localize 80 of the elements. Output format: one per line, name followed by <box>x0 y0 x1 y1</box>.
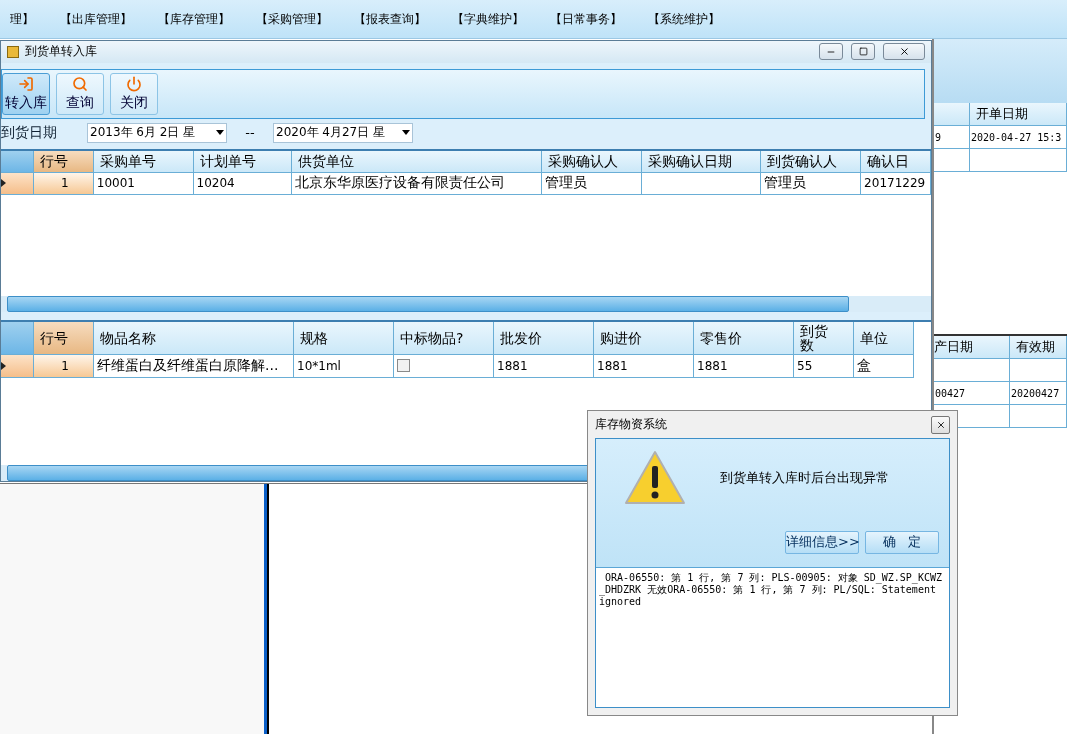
column-header: 确认日 <box>861 150 931 173</box>
error-details: ORA-06550: 第 1 行, 第 7 列: PLS-00905: 对象 SD_WZ.SP_KCWZ_DHDZRK 无效ORA-06550: 第 1 行, 第 7 列: PL/SQL: Statement ignored <box>596 568 949 707</box>
power-icon <box>126 75 142 92</box>
table-cell: 20171229 <box>861 172 931 195</box>
column-header: 行号 <box>34 321 94 355</box>
column-header: 采购确认人 <box>541 150 642 173</box>
column-header: 物品名称 <box>94 321 294 355</box>
column-header: 供货单位 <box>292 150 542 173</box>
column-header: 计划单号 <box>193 150 293 173</box>
menu-item[interactable]: 【报表查询】 <box>344 10 436 28</box>
menu-item[interactable]: 【字典维护】 <box>442 10 534 28</box>
table-cell: 20200427 <box>1010 382 1067 405</box>
menu-item[interactable]: 【系统维护】 <box>638 10 730 28</box>
column-header: 零售价 <box>694 321 794 355</box>
corner-cell <box>1 321 34 355</box>
row-pointer-icon <box>1 361 6 370</box>
table-cell: 北京东华原医疗设备有限责任公司 <box>292 172 542 195</box>
menu-item[interactable]: 理】 <box>0 10 44 28</box>
dialog-title: 库存物资系统 <box>595 416 667 433</box>
table-cell: 2020-04-27 15:3 <box>970 126 1067 149</box>
close-icon <box>935 419 946 430</box>
menu-item[interactable]: 【采购管理】 <box>246 10 338 28</box>
column-header: 规格 <box>294 321 394 355</box>
column-header: 到货确认人 <box>761 150 862 173</box>
close-icon <box>898 46 910 58</box>
table-cell: 纤维蛋白及纤维蛋白原降解... <box>94 354 294 378</box>
checkbox[interactable] <box>397 359 410 373</box>
menu-item[interactable]: 【日常事务】 <box>540 10 632 28</box>
column-header: 行号 <box>33 150 94 173</box>
warning-icon <box>624 450 686 506</box>
table-cell <box>934 149 970 172</box>
maximize-icon <box>858 47 868 57</box>
window-title: 到货单转入库 <box>25 43 98 61</box>
maximize-button[interactable] <box>851 43 875 61</box>
corner-cell <box>1 150 34 173</box>
menu-item[interactable]: 【库存管理】 <box>148 10 240 28</box>
table-cell: 00427 <box>934 382 1010 405</box>
column-header: 开单日期 <box>970 103 1067 126</box>
horizontal-scrollbar[interactable] <box>1 295 931 312</box>
table-cell <box>1010 359 1067 382</box>
table-cell: 10*1ml <box>294 354 394 378</box>
column-header: 采购确认日期 <box>641 150 762 173</box>
import-icon <box>18 75 34 92</box>
date-field[interactable]: 2020年 4月27日 星 <box>273 122 413 143</box>
column-header: 采购单号 <box>93 150 194 173</box>
date-field[interactable]: 2013年 6月 2日 星 <box>87 122 227 143</box>
table-cell: 1881 <box>594 354 694 378</box>
column-header: 购进价 <box>594 321 694 355</box>
column-header: 到货数 <box>794 321 854 355</box>
column-header: 批发价 <box>494 321 594 355</box>
column-header: 单位 <box>854 321 914 355</box>
row-header[interactable] <box>1 172 34 195</box>
caret-icon <box>402 130 410 136</box>
column-header: 有效期 <box>1010 336 1067 359</box>
toolbar-button[interactable]: 关闭 <box>110 72 158 115</box>
error-message: 到货单转入库时后台出现异常 <box>719 469 889 487</box>
dialog-button[interactable]: 详细信息>> <box>785 530 859 554</box>
search-icon <box>72 75 88 92</box>
table-cell: 1 <box>34 354 94 378</box>
close-button[interactable] <box>931 415 950 434</box>
row-pointer-icon <box>1 179 6 187</box>
column-header: 产日期 <box>934 336 1010 359</box>
dialog-button[interactable]: 确 定 <box>865 530 939 554</box>
caret-icon <box>216 130 224 136</box>
menu-item[interactable]: 【出库管理】 <box>50 10 142 28</box>
minimize-button[interactable] <box>819 43 843 61</box>
table-cell: 55 <box>794 354 854 378</box>
table-cell: 1881 <box>494 354 594 378</box>
column-header <box>934 103 970 126</box>
table-cell: 9 <box>934 126 970 149</box>
filter-label: 到货日期 <box>1 123 58 142</box>
table-cell: 盒 <box>854 354 914 378</box>
table-cell: 管理员 <box>761 172 862 195</box>
toolbar-button[interactable]: 查询 <box>56 72 104 115</box>
row-header[interactable] <box>1 354 34 378</box>
column-header: 中标物品? <box>394 321 494 355</box>
table-cell: 1881 <box>694 354 794 378</box>
window-icon <box>7 45 19 58</box>
date-separator: -- <box>244 125 256 141</box>
toolbar-button[interactable]: 转入库 <box>2 72 50 115</box>
